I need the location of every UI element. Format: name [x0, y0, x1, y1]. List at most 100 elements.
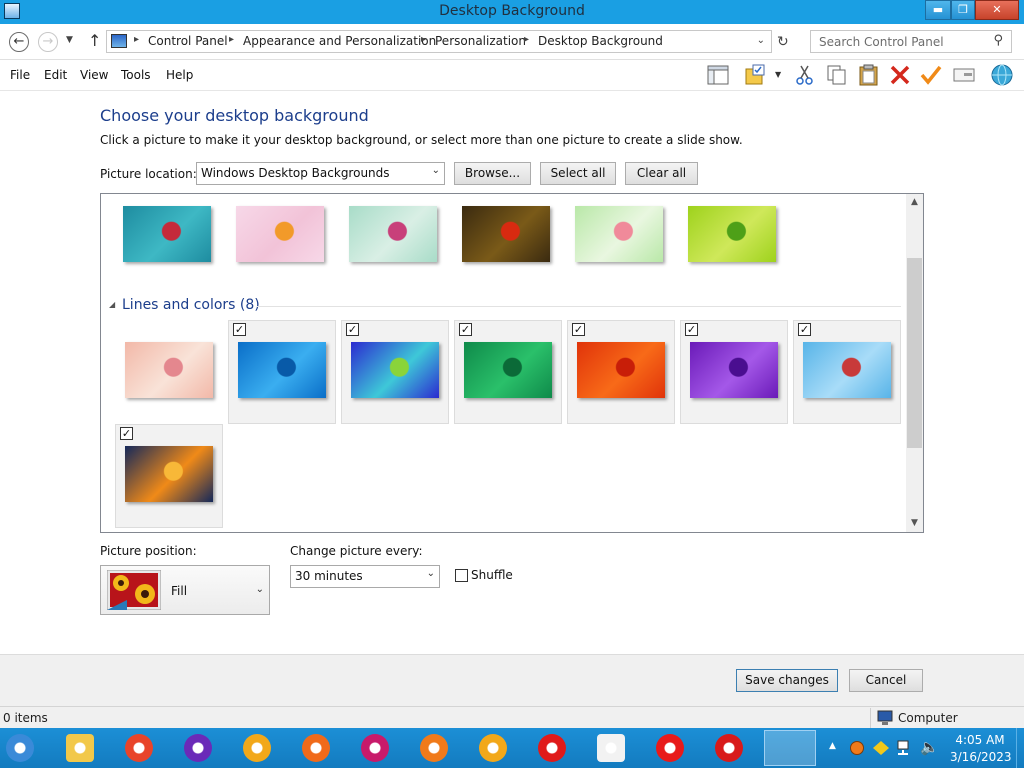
volume-icon[interactable]: 🔈	[920, 738, 939, 756]
sublime-icon[interactable]	[597, 734, 625, 762]
wallpaper-thumbnail-lines-lightblue[interactable]	[803, 342, 891, 398]
group-title-lines-and-colors[interactable]: Lines and colors (8)	[122, 297, 260, 313]
shuffle-label[interactable]: Shuffle	[471, 568, 513, 582]
wallpaper-thumbnail-flower-4[interactable]	[462, 206, 550, 262]
wallpaper-thumbnail-flower-2[interactable]	[236, 206, 324, 262]
search-icon[interactable]: ⚲	[993, 33, 1003, 48]
breadcrumb-control-panel[interactable]: Control Panel	[148, 34, 228, 48]
wallpaper-thumbnail-flower-5[interactable]	[575, 206, 663, 262]
start-orb-icon[interactable]	[6, 734, 34, 762]
back-button[interactable]: ←	[9, 32, 29, 52]
wallpaper-tile[interactable]: ✓	[793, 320, 901, 424]
paste-icon[interactable]	[857, 63, 881, 87]
tray-security-icon[interactable]	[850, 741, 864, 755]
properties-icon[interactable]	[952, 63, 976, 87]
wallpaper-thumbnail-lines-purple[interactable]	[690, 342, 778, 398]
wallpaper-tile[interactable]: ✓	[341, 320, 449, 424]
wallpaper-checkbox[interactable]: ✓	[233, 323, 246, 336]
wallpaper-thumbnail-lines-green[interactable]	[464, 342, 552, 398]
wallpaper-thumbnail-lines-orange[interactable]	[125, 446, 213, 502]
search-input[interactable]	[817, 32, 987, 52]
breadcrumb-personalization[interactable]: Personalization	[435, 34, 526, 48]
change-picture-dropdown[interactable]: 30 minutes ⌄	[290, 565, 440, 588]
clear-all-button[interactable]: Clear all	[625, 162, 698, 185]
folder-options-icon[interactable]	[744, 63, 768, 87]
picture-position-dropdown[interactable]: Fill ⌄	[100, 565, 270, 615]
wallpaper-tile[interactable]: ✓	[115, 424, 223, 528]
select-all-button[interactable]: Select all	[540, 162, 616, 185]
scroll-down-icon[interactable]: ▼	[906, 515, 923, 532]
wallpaper-checkbox[interactable]: ✓	[798, 323, 811, 336]
power-icon[interactable]	[715, 734, 743, 762]
scroll-thumb[interactable]	[907, 258, 922, 448]
wallpaper-tile[interactable]: ✓	[680, 320, 788, 424]
gallery-scrollbar[interactable]: ▲ ▼	[906, 194, 923, 532]
scroll-up-icon[interactable]: ▲	[906, 194, 923, 211]
firefox-icon[interactable]	[302, 734, 330, 762]
save-changes-button[interactable]: Save changes	[736, 669, 838, 692]
wallpaper-checkbox[interactable]: ✓	[120, 427, 133, 440]
cut-icon[interactable]	[793, 63, 817, 87]
tray-app-icon[interactable]	[873, 741, 889, 755]
wallpaper-gallery[interactable]: ◢ Lines and colors (8) ✓ ✓ ✓ ✓ ✓ ✓ ✓ ▲ ▼	[100, 193, 924, 533]
wallpaper-thumbnail-lines-red[interactable]	[577, 342, 665, 398]
clock-time[interactable]: 4:05 AM	[950, 733, 1010, 747]
browse-button[interactable]: Browse...	[454, 162, 531, 185]
uc-browser-icon[interactable]	[479, 734, 507, 762]
wallpaper-checkbox[interactable]: ✓	[572, 323, 585, 336]
wallpaper-tile[interactable]: ✓	[567, 320, 675, 424]
wallpaper-checkbox[interactable]: ✓	[346, 323, 359, 336]
menu-view[interactable]: View	[80, 68, 108, 82]
layout-icon[interactable]	[706, 63, 730, 87]
globe-icon[interactable]	[990, 63, 1014, 87]
collapse-group-icon[interactable]: ◢	[109, 300, 115, 309]
checkmark-icon[interactable]	[919, 63, 943, 87]
wallpaper-thumbnail-lines-blue[interactable]	[238, 342, 326, 398]
wallpaper-tile[interactable]: ✓	[228, 320, 336, 424]
up-button[interactable]: ↑	[88, 31, 101, 50]
wallpaper-checkbox[interactable]: ✓	[685, 323, 698, 336]
wallpaper-thumbnail-flower-3[interactable]	[349, 206, 437, 262]
search-box[interactable]: ⚲	[810, 30, 1012, 53]
address-bar[interactable]: ▸ Control Panel ▸ Appearance and Persona…	[106, 30, 772, 53]
show-hidden-icons[interactable]: ▲	[829, 741, 836, 751]
wallpaper-thumbnail-lines-multi[interactable]	[351, 342, 439, 398]
refresh-icon[interactable]: ↻	[777, 34, 789, 50]
maximize-button[interactable]: ❐	[951, 0, 975, 20]
wallpaper-thumbnail-flower-1[interactable]	[123, 206, 211, 262]
wallpaper-tile[interactable]: ✓	[454, 320, 562, 424]
wallpaper-thumbnail-cartoon[interactable]	[125, 342, 213, 398]
forward-button[interactable]: →	[38, 32, 58, 52]
close-button[interactable]: ✕	[975, 0, 1019, 20]
yandex-icon[interactable]	[656, 734, 684, 762]
control-panel-icon[interactable]	[764, 730, 816, 766]
folder-options-dropdown[interactable]: ▼	[775, 70, 781, 79]
copy-icon[interactable]	[825, 63, 849, 87]
firefox-alt-icon[interactable]	[420, 734, 448, 762]
network-icon[interactable]	[896, 740, 914, 756]
recent-pages-dropdown[interactable]: ▼	[66, 35, 73, 45]
menu-edit[interactable]: Edit	[44, 68, 67, 82]
clock-date[interactable]: 3/16/2023	[950, 750, 1012, 764]
file-explorer-icon[interactable]	[66, 734, 94, 762]
show-desktop-button[interactable]	[1016, 728, 1024, 768]
vpn-icon[interactable]	[243, 734, 271, 762]
wallpaper-tile[interactable]	[115, 320, 223, 424]
opera-icon[interactable]	[538, 734, 566, 762]
wallpaper-thumbnail-flower-6[interactable]	[688, 206, 776, 262]
visual-studio-icon[interactable]	[184, 734, 212, 762]
breadcrumb-desktop-background[interactable]: Desktop Background	[538, 34, 663, 48]
shuffle-checkbox[interactable]	[455, 569, 468, 582]
menu-tools[interactable]: Tools	[121, 68, 151, 82]
chevron-down-icon[interactable]: ⌄	[757, 35, 765, 46]
delete-icon[interactable]	[888, 63, 912, 87]
chrome-icon[interactable]	[125, 734, 153, 762]
minimize-button[interactable]: ▬	[925, 0, 951, 20]
opera-gx-icon[interactable]	[361, 734, 389, 762]
breadcrumb-appearance[interactable]: Appearance and Personalization	[243, 34, 436, 48]
picture-location-dropdown[interactable]: Windows Desktop Backgrounds ⌄	[196, 162, 445, 185]
wallpaper-checkbox[interactable]: ✓	[459, 323, 472, 336]
menu-file[interactable]: File	[10, 68, 30, 82]
cancel-button[interactable]: Cancel	[849, 669, 923, 692]
menu-help[interactable]: Help	[166, 68, 193, 82]
